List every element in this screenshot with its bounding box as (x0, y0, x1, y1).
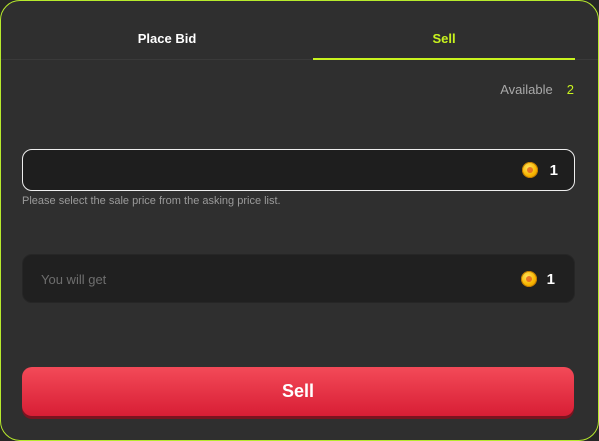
tab-sell-label: Sell (432, 31, 456, 46)
sale-price-amount: 1 (549, 162, 558, 179)
receive-amount-field: You will get 1 (22, 254, 575, 303)
available-quantity: Available 2 (500, 82, 574, 97)
sale-price-input[interactable] (39, 150, 503, 190)
tab-place-bid[interactable]: Place Bid (21, 1, 313, 59)
sell-button[interactable]: Sell (22, 367, 574, 416)
coin-icon (522, 162, 538, 178)
receive-amount: 1 (546, 271, 555, 288)
available-label: Available (500, 82, 553, 97)
helper-text: Please select the sale price from the as… (22, 195, 281, 207)
active-tab-indicator (313, 58, 575, 60)
receive-placeholder: You will get (41, 272, 107, 287)
sale-price-field[interactable]: 1 (22, 149, 575, 191)
tab-place-bid-label: Place Bid (137, 31, 197, 46)
available-count: 2 (566, 82, 574, 97)
tab-bar: Place Bid Sell (1, 1, 598, 60)
trade-panel: Place Bid Sell Available 2 1 Please selec… (0, 0, 599, 441)
coin-icon (521, 271, 537, 287)
tab-sell[interactable]: Sell (313, 1, 575, 60)
